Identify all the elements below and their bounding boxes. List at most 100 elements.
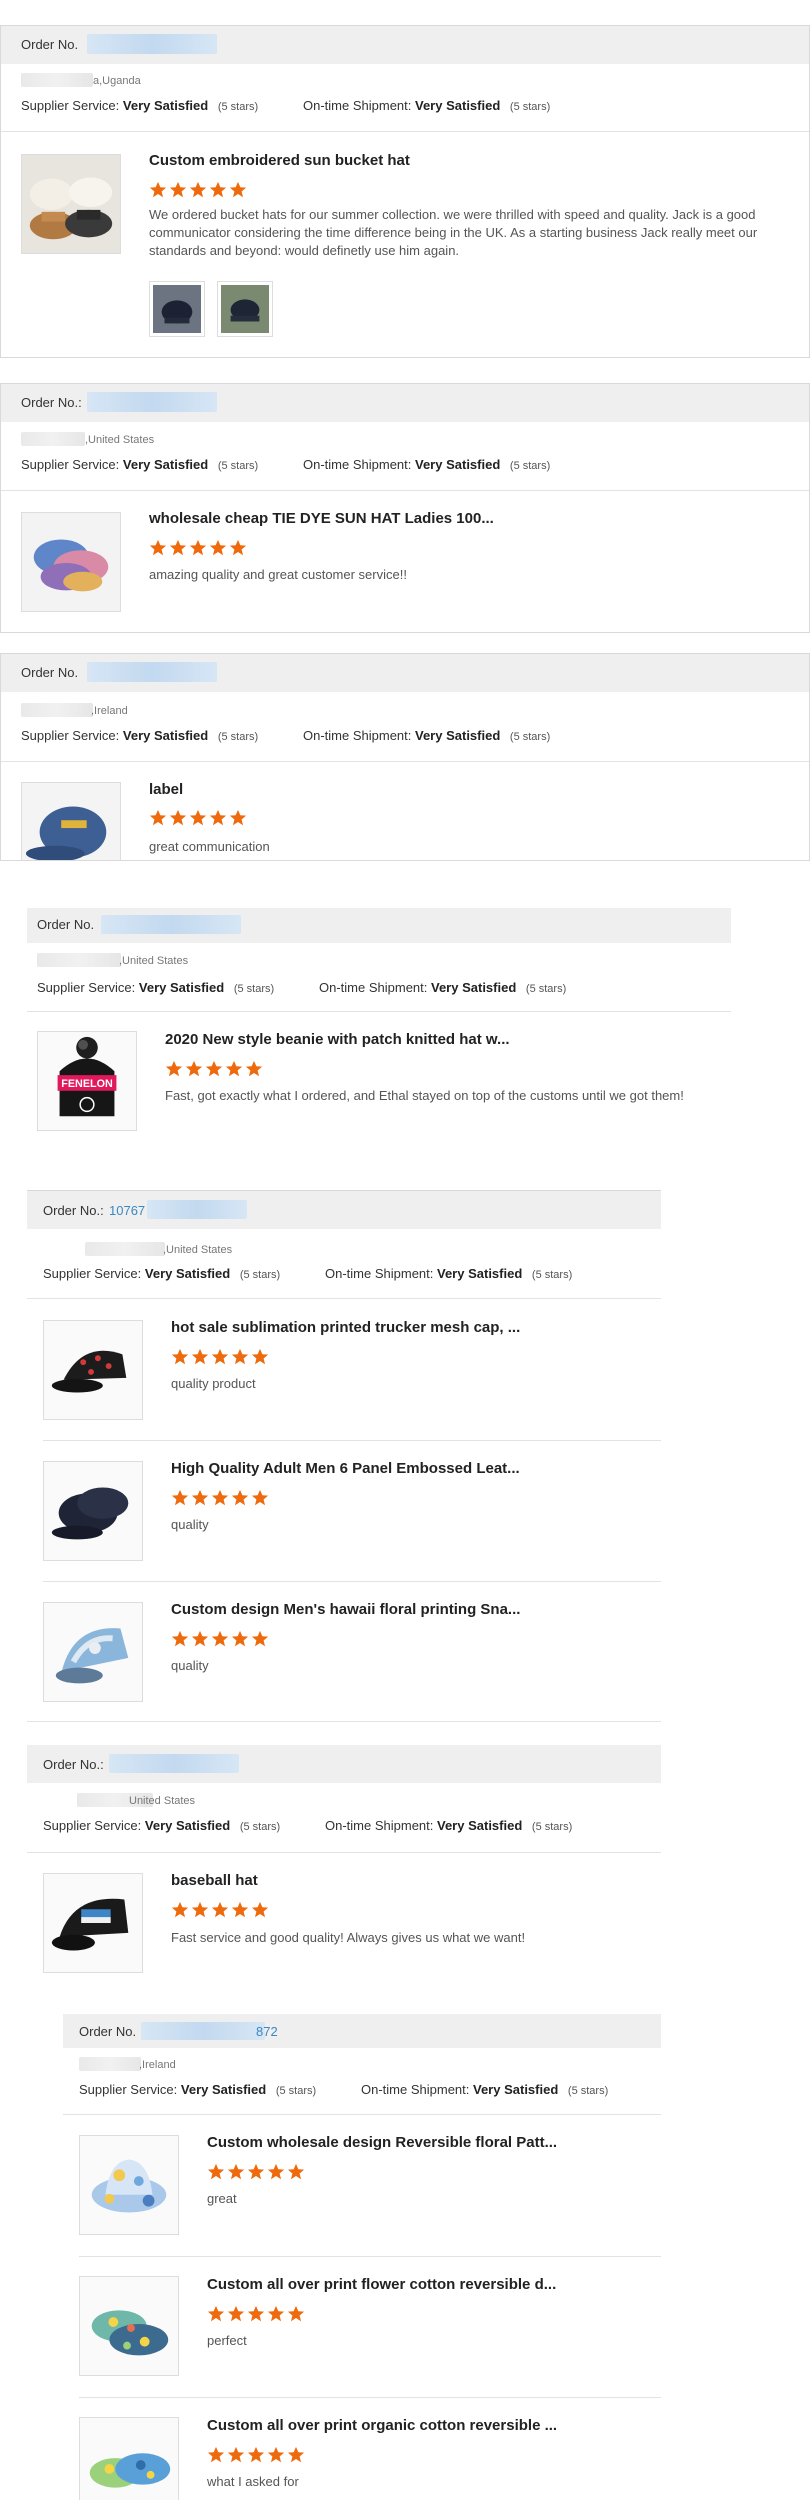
- star-icon: [209, 539, 227, 556]
- divider: [1, 761, 809, 762]
- star-icon: [227, 2446, 245, 2463]
- review-card: Order No.: ,United States Supplier Servi…: [0, 383, 810, 633]
- star-icon: [191, 1489, 209, 1506]
- star-icon: [231, 1348, 249, 1365]
- rating-stars: [171, 1630, 271, 1648]
- review-card: Order No. ,United States Supplier Servic…: [27, 908, 731, 1138]
- service-ratings: Supplier Service: Very Satisfied (5 star…: [21, 728, 781, 743]
- supplier-service-value: Very Satisfied: [122, 728, 209, 743]
- supplier-service-value: Very Satisfied: [180, 2082, 267, 2097]
- floral-bucket-image[interactable]: [79, 2135, 179, 2235]
- star-icon: [209, 181, 227, 198]
- star-icon: [169, 539, 187, 556]
- supplier-service-stars: (5 stars): [239, 1821, 281, 1833]
- order-header: Order No.:: [27, 1745, 661, 1783]
- ontime-shipment-stars: (5 stars): [531, 1821, 573, 1833]
- trucker-cap-image[interactable]: [43, 1320, 143, 1420]
- review-card: Order No. ,Ireland Supplier Service: Ver…: [0, 653, 810, 861]
- blue-cap-image[interactable]: [21, 782, 121, 860]
- buyer-location: a,Uganda: [93, 75, 141, 87]
- star-icon: [205, 1060, 223, 1077]
- cap-photo-1[interactable]: [149, 281, 205, 337]
- service-ratings: Supplier Service: Very Satisfied (5 star…: [21, 457, 781, 472]
- star-icon: [287, 2446, 305, 2463]
- item-title[interactable]: hot sale sublimation printed trucker mes…: [171, 1319, 520, 1336]
- order-header: Order No.: [27, 908, 731, 943]
- buyer-name-redacted: [21, 432, 85, 446]
- divider: [63, 2114, 661, 2115]
- order-number-redacted: [87, 392, 217, 412]
- fenelon-beanie-image[interactable]: FENELON: [37, 1031, 137, 1131]
- star-icon: [225, 1060, 243, 1077]
- review-comment: what I asked for: [207, 2474, 299, 2489]
- review-comment: quality: [171, 1517, 209, 1532]
- hawaii-cap-image[interactable]: [43, 1602, 143, 1702]
- star-icon: [211, 1901, 229, 1918]
- order-number-redacted: [87, 34, 217, 54]
- star-icon: [189, 539, 207, 556]
- item-title[interactable]: Custom wholesale design Reversible flora…: [207, 2134, 557, 2151]
- supplier-service-label: Supplier Service:: [21, 98, 120, 113]
- divider: [43, 1581, 661, 1582]
- review-comment: Fast, got exactly what I ordered, and Et…: [165, 1088, 684, 1103]
- star-icon: [149, 809, 167, 826]
- ontime-shipment-label: On-time Shipment:: [325, 1266, 434, 1281]
- star-icon: [227, 2163, 245, 2180]
- tie-dye-hats-image[interactable]: [21, 512, 121, 612]
- ontime-shipment-value: Very Satisfied: [415, 98, 501, 113]
- item-title[interactable]: Custom all over print organic cotton rev…: [207, 2417, 557, 2434]
- review-card: Order No. 872 ,Ireland Supplier Service:…: [63, 2014, 661, 2500]
- item-title[interactable]: wholesale cheap TIE DYE SUN HAT Ladies 1…: [149, 510, 494, 527]
- flower-bucket-image[interactable]: [79, 2276, 179, 2376]
- supplier-service-label: Supplier Service:: [21, 457, 120, 472]
- ontime-shipment-stars: (5 stars): [509, 460, 551, 472]
- buyer-name-redacted: [21, 703, 93, 717]
- star-icon: [229, 539, 247, 556]
- buyer-location: ,United States: [163, 1244, 233, 1256]
- divider: [1, 490, 809, 491]
- embossed-caps-image[interactable]: [43, 1461, 143, 1561]
- item-title[interactable]: Custom all over print flower cotton reve…: [207, 2276, 556, 2293]
- divider: [27, 1011, 731, 1012]
- patch-cap-image[interactable]: [43, 1873, 143, 1973]
- order-number[interactable]: 10767: [109, 1203, 145, 1218]
- star-icon: [251, 1630, 269, 1647]
- ontime-shipment-value: Very Satisfied: [431, 980, 517, 995]
- rating-stars: [171, 1901, 271, 1919]
- item-title[interactable]: High Quality Adult Men 6 Panel Embossed …: [171, 1460, 520, 1477]
- order-number-label: Order No.: [21, 665, 79, 680]
- divider: [43, 1440, 661, 1441]
- bucket-hats-image[interactable]: [21, 154, 121, 254]
- ontime-shipment-value: Very Satisfied: [473, 2082, 559, 2097]
- service-ratings: Supplier Service: Very Satisfied (5 star…: [43, 1266, 653, 1281]
- item-title[interactable]: Custom design Men's hawaii floral printi…: [171, 1601, 520, 1618]
- order-number-redacted: [101, 915, 241, 934]
- supplier-service-value: Very Satisfied: [144, 1818, 231, 1833]
- beanie-brand-text: FENELON: [61, 1078, 113, 1090]
- ontime-shipment-label: On-time Shipment:: [361, 2082, 470, 2097]
- order-number-label: Order No.: [79, 2024, 137, 2039]
- review-comment: Fast service and good quality! Always gi…: [171, 1930, 526, 1945]
- review-comment: quality: [171, 1658, 209, 1673]
- order-number[interactable]: 872: [256, 2024, 278, 2039]
- item-title[interactable]: label: [149, 781, 183, 798]
- star-icon: [211, 1348, 229, 1365]
- item-title[interactable]: Custom embroidered sun bucket hat: [149, 152, 410, 169]
- cap-photo-2[interactable]: [217, 281, 273, 337]
- supplier-service-stars: (5 stars): [275, 2085, 317, 2097]
- item-title[interactable]: baseball hat: [171, 1872, 258, 1889]
- star-icon: [171, 1901, 189, 1918]
- buyer-name-redacted: [79, 2057, 141, 2071]
- star-icon: [267, 2163, 285, 2180]
- ontime-shipment-label: On-time Shipment:: [319, 980, 428, 995]
- rating-stars: [207, 2446, 307, 2464]
- organic-bucket-image[interactable]: [79, 2417, 179, 2500]
- order-header: Order No.:: [1, 384, 809, 422]
- divider: [79, 2397, 661, 2398]
- supplier-service-stars: (5 stars): [217, 101, 259, 113]
- star-icon: [251, 1901, 269, 1918]
- review-comment: amazing quality and great customer servi…: [149, 567, 407, 582]
- review-card: Order No. a,Uganda Supplier Service: Ver…: [0, 25, 810, 358]
- item-title[interactable]: 2020 New style beanie with patch knitted…: [165, 1031, 510, 1048]
- supplier-service-label: Supplier Service:: [21, 728, 120, 743]
